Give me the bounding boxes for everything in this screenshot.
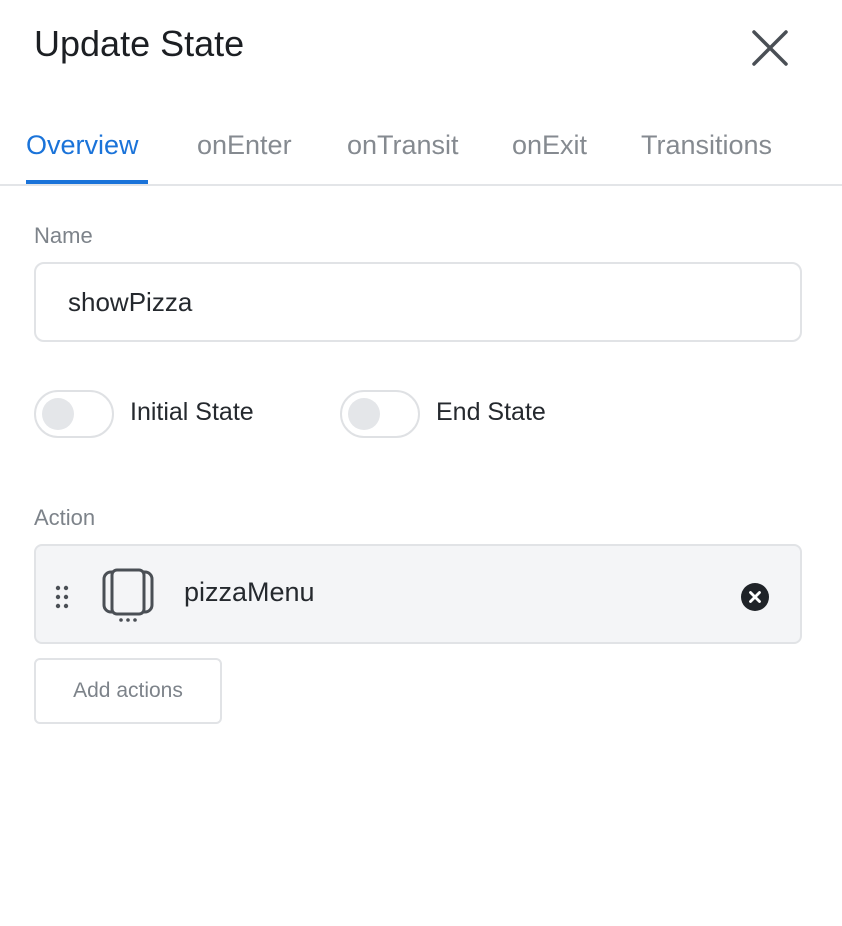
tab-onexit[interactable]: onExit — [512, 126, 587, 164]
add-actions-button[interactable]: Add actions — [34, 658, 222, 724]
close-circle-icon — [741, 583, 769, 611]
close-icon — [752, 30, 788, 66]
toggle-knob — [42, 398, 74, 430]
action-label: Action — [34, 505, 96, 530]
end-state-toggle[interactable] — [340, 390, 420, 438]
end-state-label: End State — [436, 398, 546, 426]
carousel-icon — [102, 568, 154, 629]
initial-state-label: Initial State — [130, 398, 254, 426]
initial-state-toggle[interactable] — [34, 390, 114, 438]
close-button[interactable] — [748, 26, 792, 70]
toggle-knob — [348, 398, 380, 430]
name-input[interactable] — [34, 262, 802, 342]
tab-ontransit[interactable]: onTransit — [347, 126, 459, 164]
action-item: pizzaMenu — [34, 544, 802, 644]
drag-handle-icon[interactable] — [54, 584, 70, 610]
action-name: pizzaMenu — [184, 577, 315, 607]
tab-transitions[interactable]: Transitions — [641, 126, 772, 164]
tab-onenter[interactable]: onEnter — [197, 126, 292, 164]
active-tab-indicator — [26, 180, 148, 184]
name-label: Name — [34, 223, 93, 248]
remove-action-button[interactable] — [740, 582, 770, 612]
tab-bar: Overview onEnter onTransit onExit Transi… — [0, 118, 842, 186]
dialog-title: Update State — [34, 23, 245, 64]
tab-overview[interactable]: Overview — [26, 126, 139, 164]
